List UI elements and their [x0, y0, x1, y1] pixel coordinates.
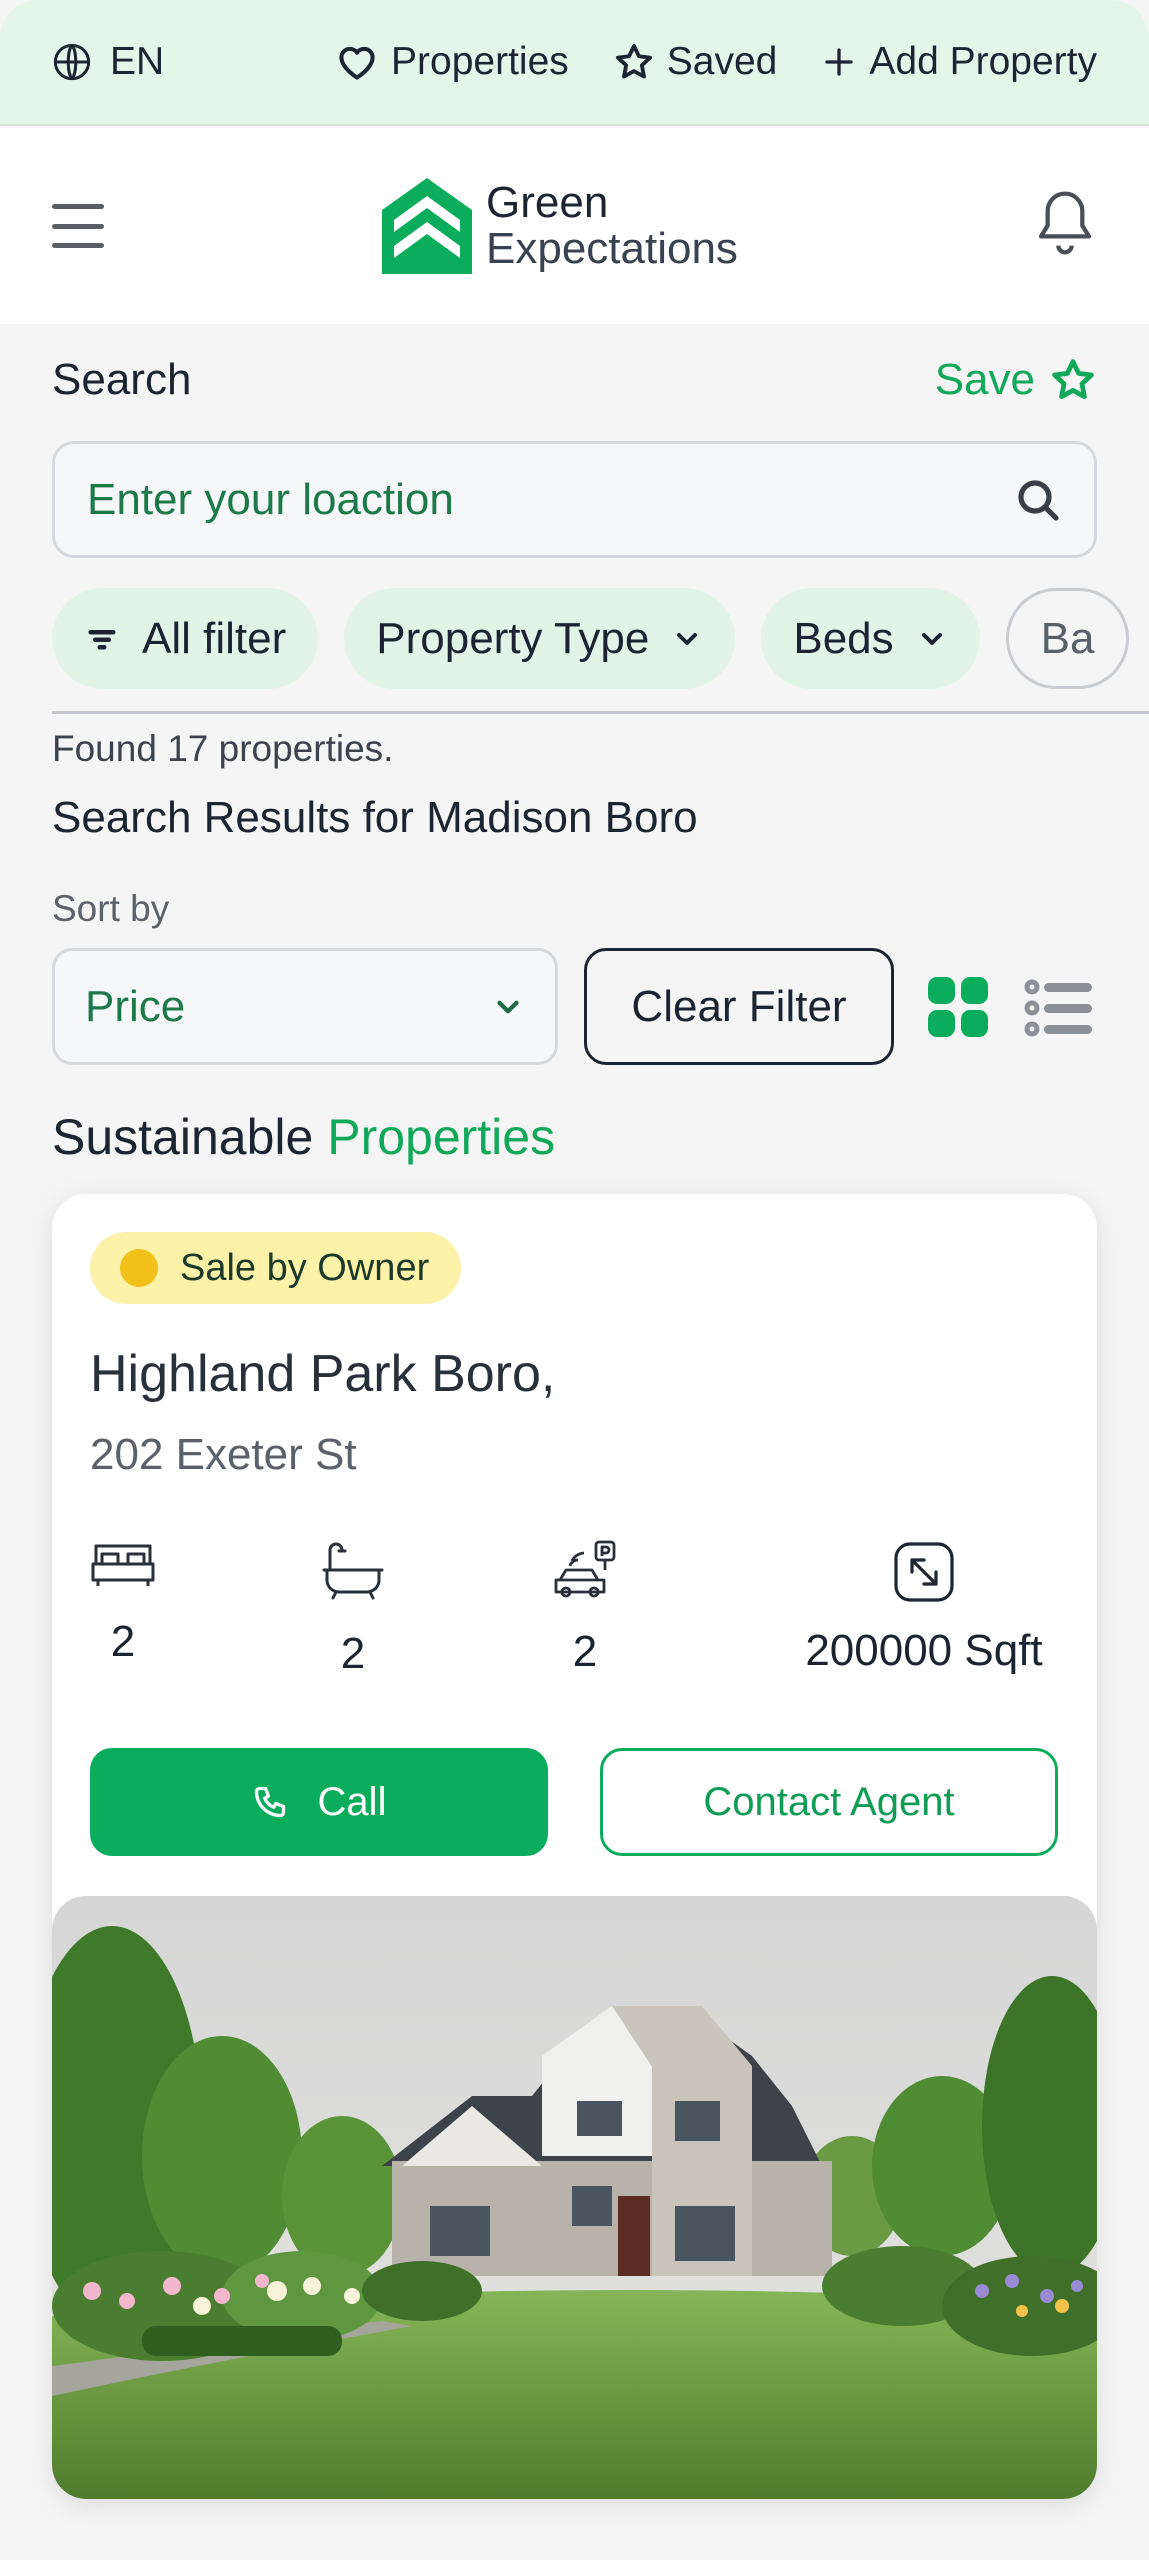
brand-logo[interactable]: Green Expectations [382, 178, 738, 274]
brand-name-line2: Expectations [486, 224, 738, 273]
bed-icon [91, 1544, 155, 1586]
chevron-down-icon [497, 1000, 519, 1013]
section-title: Sustainable Properties [52, 1108, 555, 1166]
sale-status-badge: Sale by Owner [90, 1232, 462, 1304]
beds-filter-label: Beds [793, 613, 894, 663]
property-type-filter-chip[interactable]: Property Type [344, 588, 736, 689]
property-address: 202 Exeter St [90, 1430, 357, 1479]
property-photo[interactable] [52, 1896, 1097, 2499]
house-chevron-logo-icon [382, 178, 472, 274]
sort-by-select[interactable]: Price [52, 948, 558, 1065]
call-button[interactable]: Call [90, 1748, 548, 1856]
beds-filter-chip[interactable]: Beds [761, 588, 980, 689]
status-dot [120, 1249, 158, 1287]
baths-count: 2 [340, 1629, 366, 1678]
results-title: Search Results for Madison Boro [52, 793, 698, 842]
property-title: Highland Park Boro, [90, 1345, 556, 1403]
property-type-label: Property Type [376, 613, 650, 663]
clear-filter-button[interactable]: Clear Filter [584, 948, 894, 1065]
hamburger-menu-icon[interactable] [52, 200, 104, 252]
bathtub-icon [322, 1542, 384, 1600]
language-label: EN [110, 40, 165, 83]
area-size: 200000 Sqft [805, 1626, 1043, 1675]
save-search-button[interactable]: Save [935, 355, 1097, 405]
nav-link-add-property[interactable]: Add Property [821, 40, 1097, 84]
nav-link-add-property-label: Add Property [869, 40, 1097, 83]
plus-icon [825, 48, 854, 76]
notification-bell-icon[interactable] [1033, 188, 1097, 258]
feature-beds: 2 [90, 1540, 156, 1667]
search-icon[interactable] [1014, 476, 1062, 524]
property-card[interactable]: Sale by Owner Highland Park Boro, 202 Ex… [52, 1194, 1097, 2499]
grid-view-icon[interactable] [928, 977, 988, 1037]
feature-baths: 2 [320, 1540, 386, 1679]
list-view-icon[interactable] [1024, 979, 1096, 1037]
location-search-input[interactable] [87, 474, 1014, 525]
filter-chips-row: All filter Property Type Beds Ba [52, 588, 1130, 689]
filter-funnel-icon [88, 629, 116, 649]
beds-count: 2 [110, 1617, 136, 1666]
nav-link-saved[interactable]: Saved [613, 40, 778, 84]
brand-name: Green Expectations [486, 180, 738, 272]
call-button-label: Call [317, 1779, 387, 1824]
nav-link-properties[interactable]: Properties [335, 40, 569, 84]
save-search-label: Save [934, 355, 1035, 404]
results-count: Found 17 properties. [52, 728, 394, 769]
star-outline-icon [1052, 359, 1094, 399]
nav-link-properties-label: Properties [391, 40, 569, 83]
filters-divider [52, 711, 1149, 714]
top-utility-bar: EN Properties Saved Add Property [0, 0, 1149, 126]
baths-filter-label: Ba [1040, 613, 1095, 663]
phone-icon [254, 1786, 285, 1818]
car-parking-icon [554, 1540, 616, 1598]
heart-icon [339, 46, 375, 80]
chevron-down-icon [921, 632, 942, 645]
sale-status-label: Sale by Owner [180, 1246, 430, 1289]
location-search-field[interactable] [52, 441, 1097, 558]
globe-icon [53, 43, 91, 81]
expand-area-icon [894, 1542, 954, 1602]
feature-parking: 2 [552, 1540, 618, 1677]
search-title: Search [52, 355, 192, 404]
contact-agent-button[interactable]: Contact Agent [600, 1748, 1058, 1856]
all-filter-chip[interactable]: All filter [52, 588, 319, 689]
brand-name-line1: Green [486, 178, 609, 227]
app-screen: EN Properties Saved Add Property Green E… [0, 0, 1149, 2560]
nav-link-saved-label: Saved [666, 40, 778, 83]
section-title-accent: Properties [327, 1109, 556, 1165]
sort-by-value: Price [85, 981, 186, 1031]
section-title-plain: Sustainable [52, 1109, 314, 1165]
search-header: Search Save [52, 355, 1097, 405]
star-icon [615, 43, 652, 79]
parking-count: 2 [572, 1627, 598, 1676]
feature-area: 200000 Sqft [786, 1540, 1062, 1676]
sort-by-label: Sort by [52, 888, 170, 929]
baths-filter-chip[interactable]: Ba [1005, 588, 1130, 689]
language-selector[interactable]: EN [52, 40, 164, 84]
all-filter-label: All filter [142, 613, 287, 663]
chevron-down-icon [677, 632, 698, 645]
app-header: Green Expectations [0, 128, 1149, 324]
